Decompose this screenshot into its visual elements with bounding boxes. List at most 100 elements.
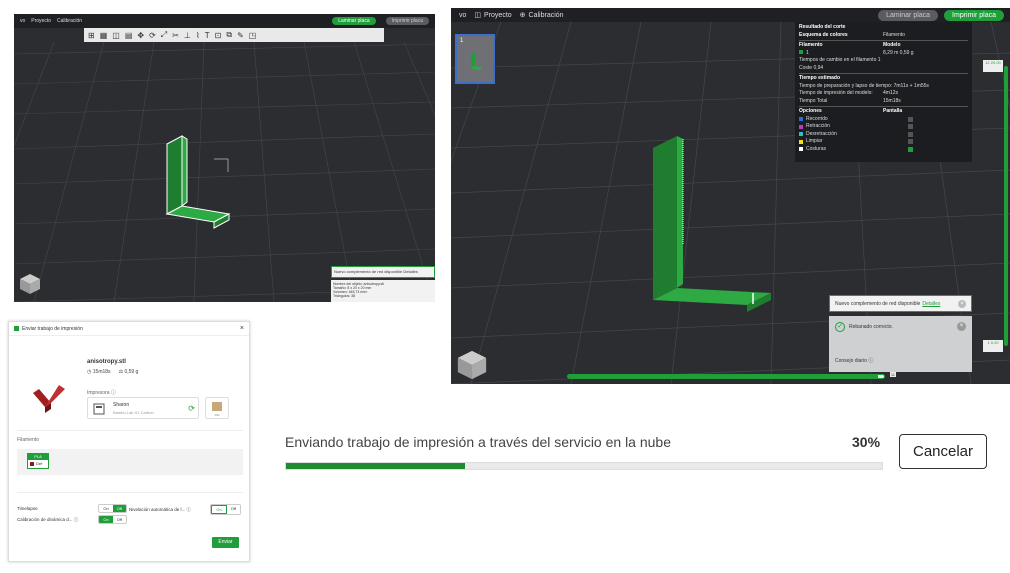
changes-label: Tiempos de cambio en el filamento <box>799 57 877 63</box>
upload-progress-fill <box>286 463 465 469</box>
upload-status-text: Enviando trabajo de impresión a través d… <box>285 434 672 450</box>
slice-result-panel: Resultado del corte Esquema de colores Fi… <box>795 22 972 162</box>
legend-label: Limpiar <box>806 138 823 144</box>
slice-plate-button[interactable]: Laminar placa <box>332 17 376 25</box>
move-icon[interactable]: ✥ <box>137 31 144 40</box>
cost-line: Coste 0,94 <box>799 64 824 71</box>
printer-select[interactable]: Sharon Bambu Lab X1 Carbon ⟳ <box>87 397 199 419</box>
print-plate-button[interactable]: Imprimir placa <box>385 17 429 25</box>
legend-retraction[interactable]: Retracción <box>799 123 968 131</box>
menu-bar: vo Proyecto Calibración Laminar placa Im… <box>14 14 435 28</box>
cut-icon[interactable]: ✂ <box>172 31 179 40</box>
legend-checkbox[interactable] <box>908 124 913 130</box>
menu-file[interactable]: vo <box>20 18 25 24</box>
options-header: Opciones <box>799 108 822 114</box>
refresh-icon[interactable]: ⟳ <box>188 404 195 413</box>
plate-type-select[interactable]: PEI <box>205 397 229 419</box>
timelapse-toggle[interactable]: On Off <box>98 504 127 513</box>
legend-label: Costuras <box>806 145 827 152</box>
legend-deretraction[interactable]: Desretracción <box>799 131 968 139</box>
printer-label: Impresora ⓘ <box>87 390 116 396</box>
arrange-icon[interactable]: ▤ <box>125 31 133 40</box>
print-plate-button[interactable]: Imprimir placa <box>944 9 1004 21</box>
view-cube-icon[interactable] <box>455 348 489 382</box>
printer-icon <box>93 403 105 415</box>
close-icon[interactable]: × <box>957 322 966 331</box>
legend-seams[interactable]: Costuras <box>799 146 968 154</box>
assembly-icon[interactable]: ⧉ <box>226 30 232 40</box>
toggle-on[interactable]: On <box>211 505 227 514</box>
slicer-viewport-prepare[interactable]: vo Proyecto Calibración Laminar placa Im… <box>14 14 435 302</box>
add-icon[interactable]: ⊞ <box>88 31 95 40</box>
legend-checkbox[interactable] <box>908 146 913 152</box>
view-cube-icon[interactable] <box>18 272 42 296</box>
plate-thumbnail[interactable]: 1 <box>455 34 495 84</box>
menu-calibration-label: Calibración <box>528 11 564 19</box>
slice-success-toast: ✓ Rebanado correcto. × Consejo diario ⓘ <box>829 316 972 372</box>
rotate-icon[interactable]: ⟳ <box>149 31 156 40</box>
send-button[interactable]: Enviar <box>212 537 239 548</box>
legend-wipe[interactable]: Limpiar <box>799 138 968 146</box>
bed-leveling-toggle[interactable]: On Off <box>210 504 241 515</box>
move-gizmo[interactable] <box>214 158 229 172</box>
legend-checkbox[interactable] <box>908 116 913 122</box>
project-icon: ◫ <box>474 12 482 19</box>
legend-checkbox[interactable] <box>908 131 913 137</box>
menu-calibration[interactable]: Calibración <box>57 18 82 24</box>
filament-index: 1 <box>799 49 883 58</box>
l-shape-model[interactable] <box>165 135 231 229</box>
menu-file[interactable]: vo <box>459 12 466 19</box>
total-time-label: Tiempo Total <box>799 97 828 104</box>
toast-message: Rebanado correcto. <box>849 324 893 330</box>
menu-calibration[interactable]: ⊕ Calibración <box>519 11 564 20</box>
seam-icon[interactable]: ⌇ <box>196 31 200 40</box>
toggle-off[interactable]: Off <box>227 505 240 514</box>
flow-calibration-toggle[interactable]: On Off <box>98 515 127 524</box>
legend-swatch <box>799 124 803 129</box>
toggle-on[interactable]: On <box>99 505 112 512</box>
total-time-value: 15m18s <box>883 97 901 104</box>
daily-tips-link[interactable]: Consejo diario ⓘ <box>835 357 873 364</box>
close-icon[interactable]: × <box>240 325 244 332</box>
paint-icon[interactable]: ✎ <box>237 31 244 40</box>
printer-name: Sharon <box>113 402 130 408</box>
slice-plate-button[interactable]: Laminar placa <box>878 9 939 21</box>
legend-swatch <box>799 147 803 152</box>
measure-icon[interactable]: ⊡ <box>215 31 222 40</box>
orient-icon[interactable]: ◫ <box>112 31 120 40</box>
text-icon[interactable]: T <box>205 31 210 40</box>
clock-icon: ◷ <box>87 369 92 375</box>
upload-percent: 30% <box>852 434 881 450</box>
legend-travel[interactable]: Recorrido <box>799 116 968 124</box>
filament-mapping-chip[interactable]: PLA Def <box>27 453 49 469</box>
sliced-l-shape-model <box>653 136 771 312</box>
plugin-notification: Nuevo complemento de red disponible Deta… <box>829 295 972 312</box>
upload-progress-bar <box>285 462 883 470</box>
legend-checkbox[interactable] <box>908 139 913 145</box>
toggle-off[interactable]: Off <box>112 505 126 512</box>
file-meta: ◷ 15m18s ⚖ 0,59 g <box>87 369 138 375</box>
calibration-icon: ⊕ <box>519 12 526 19</box>
layer-slider[interactable] <box>1004 66 1008 346</box>
move-slider[interactable]: 11 <box>567 372 896 379</box>
plate-icon[interactable]: ▦ <box>100 31 108 40</box>
scale-icon[interactable]: ⤢ <box>161 30 167 40</box>
toggle-off[interactable]: Off <box>113 516 126 523</box>
object-info-triangles: Triángulos: 38 <box>333 294 356 298</box>
legend-swatch <box>799 139 803 144</box>
slicer-viewport-preview[interactable]: vo ◫ Proyecto ⊕ Calibración Laminar placa … <box>451 8 1010 384</box>
filament-area <box>17 449 243 475</box>
view-icon[interactable]: ◳ <box>249 31 257 40</box>
file-name: anisotropy.stl <box>87 359 126 365</box>
menu-project-label: Proyecto <box>484 11 512 19</box>
filament-color-swatch <box>30 461 34 466</box>
toggle-on[interactable]: On <box>99 516 113 523</box>
menu-project[interactable]: ◫ Proyecto <box>474 11 512 20</box>
close-icon[interactable]: × <box>958 299 966 308</box>
details-link[interactable]: Detalles <box>922 301 940 307</box>
support-icon[interactable]: ⊥ <box>184 31 191 40</box>
color-scheme-select[interactable]: Filamento <box>883 32 905 40</box>
menu-project[interactable]: Proyecto <box>31 18 51 24</box>
cancel-button[interactable]: Cancelar <box>899 434 987 469</box>
legend-swatch <box>799 117 803 122</box>
